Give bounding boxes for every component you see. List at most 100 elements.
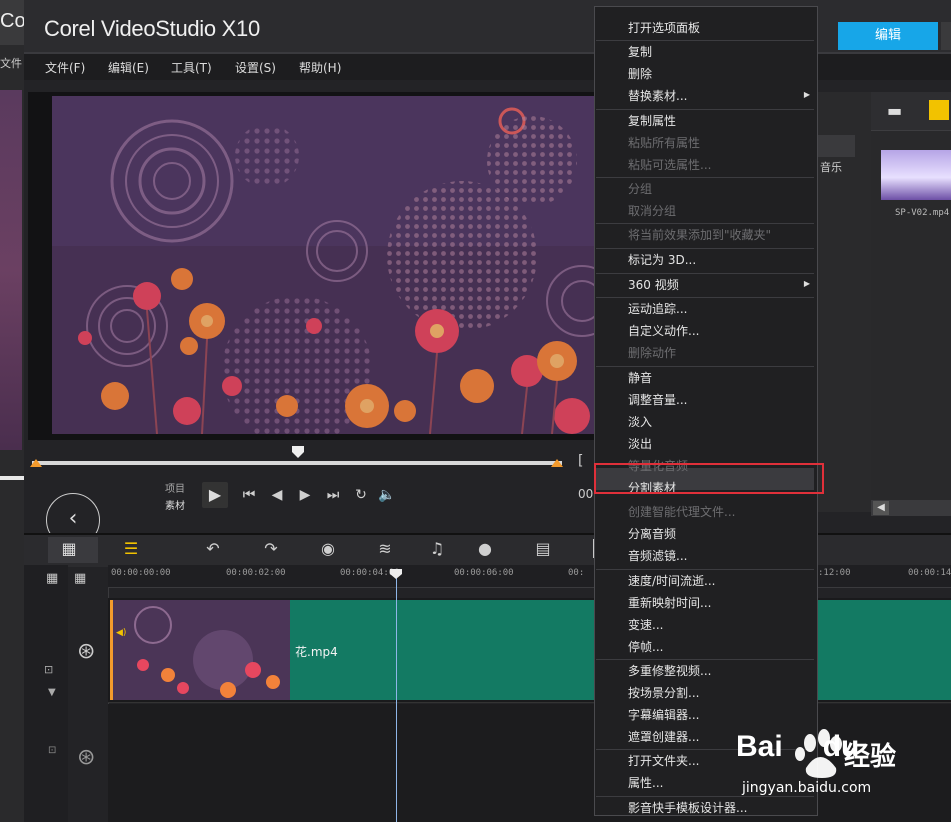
collapse-icon[interactable]: ▼: [48, 687, 56, 698]
timeline-left-tools: ▦ ▦ +/- ⊡ ▼ ⊡: [24, 565, 86, 822]
next-frame-icon[interactable]: ▶: [294, 484, 316, 506]
menu-separator: [596, 569, 814, 570]
storyboard-icon[interactable]: ▦: [56, 538, 82, 560]
mark-in-icon[interactable]: [: [578, 453, 583, 469]
menu-separator: [596, 109, 814, 110]
overlay-lock-icon[interactable]: ⊡: [48, 745, 56, 756]
menu-tools[interactable]: 工具(T): [171, 59, 212, 76]
media-filter-icon[interactable]: [929, 100, 949, 120]
scroll-left-icon[interactable]: ◀: [873, 501, 889, 515]
context-menu-item[interactable]: 遮罩创建器...: [628, 728, 699, 745]
context-menu-item[interactable]: 字幕编辑器...: [628, 706, 699, 723]
context-menu-items: 打开选项面板 复制 删除 替换素材... ▶ 复制属性 粘贴所有属性 粘贴可选属性... 分组取…: [594, 6, 816, 815]
highlight-box: [594, 463, 824, 494]
sound-mixer-icon[interactable]: ≋: [372, 538, 398, 560]
context-menu-item[interactable]: 变速...: [628, 616, 663, 633]
repeat-icon[interactable]: ↻: [350, 484, 372, 506]
timecode-display[interactable]: 00: [578, 487, 593, 501]
timeline-playhead-handle[interactable]: [389, 568, 403, 580]
menu-help[interactable]: 帮助(H): [299, 59, 341, 76]
context-menu-item[interactable]: 属性...: [628, 774, 663, 791]
context-menu-item[interactable]: 重新映射时间...: [628, 594, 711, 611]
previous-frame-icon[interactable]: ◀: [266, 484, 288, 506]
scrubber-handle[interactable]: [291, 445, 305, 459]
trim-end-marker[interactable]: [551, 459, 563, 467]
context-menu-item[interactable]: 停帧...: [628, 638, 663, 655]
motion-track-icon[interactable]: ●: [472, 538, 498, 560]
background-window-scrub: [0, 476, 24, 480]
library-thumbnail[interactable]: [881, 150, 951, 200]
context-menu-item: 粘贴可选属性...: [628, 158, 712, 172]
preview-window[interactable]: [52, 96, 594, 434]
context-menu-item[interactable]: 删除: [628, 65, 652, 82]
timeline-view-icon[interactable]: ☰: [118, 538, 144, 560]
redo-icon[interactable]: ↷: [258, 538, 284, 560]
context-menu-item[interactable]: 音频滤镜...: [628, 547, 687, 564]
ruler-tick: 00:00:06:00: [454, 568, 514, 578]
context-menu-item: 取消分组: [628, 204, 677, 218]
library-category-music[interactable]: 音乐: [820, 159, 842, 175]
ruler-tick: 00:: [568, 568, 585, 578]
folder-icon[interactable]: ▬: [887, 101, 902, 120]
context-menu-item[interactable]: 分离音频: [628, 525, 676, 542]
context-menu-item[interactable]: 360 视频: [628, 276, 679, 293]
menu-file[interactable]: 文件(F): [45, 59, 85, 76]
background-window-menu: 文件: [0, 57, 22, 70]
menu-separator: [596, 659, 814, 660]
context-menu-item[interactable]: 淡出: [628, 435, 652, 452]
context-menu-item[interactable]: 运动追踪...: [628, 300, 687, 317]
home-icon[interactable]: ⏮: [238, 484, 260, 506]
menu-settings[interactable]: 设置(S): [235, 59, 276, 76]
context-menu-item: 将当前效果添加到"收藏夹": [628, 228, 772, 242]
library-category-selected[interactable]: [818, 135, 855, 157]
trim-start-marker[interactable]: [30, 459, 42, 467]
context-menu-item[interactable]: 淡入: [628, 413, 652, 430]
track-header-column: ⊛ ⊛: [68, 587, 109, 822]
library-toolbar: ▬: [871, 92, 951, 131]
app-title: Corel VideoStudio X10: [44, 16, 260, 41]
video-track-icon[interactable]: ⊛: [77, 639, 95, 664]
overlay-track-icon[interactable]: ⊛: [77, 745, 95, 770]
project-mode-label[interactable]: 项目: [165, 480, 185, 495]
undo-icon[interactable]: ↶: [200, 538, 226, 560]
context-menu-item[interactable]: 调整音量...: [628, 391, 687, 408]
tab-next[interactable]: [941, 22, 951, 50]
track-manager-icon[interactable]: ▦: [46, 571, 58, 586]
menu-separator: [596, 223, 814, 224]
menu-edit[interactable]: 编辑(E): [108, 59, 149, 76]
subtitle-editor-icon[interactable]: ▤: [530, 538, 556, 560]
menu-separator: [596, 177, 814, 178]
clip-thumbnail: ◀): [113, 600, 290, 700]
ruler-tick: 00:00:02:00: [226, 568, 286, 578]
menu-separator: [596, 297, 814, 298]
context-menu-item[interactable]: 复制属性: [628, 112, 676, 129]
timeline-playhead[interactable]: [396, 572, 397, 822]
clip-mode-label[interactable]: 素材: [165, 497, 185, 512]
clip-name: 花.mp4: [295, 645, 338, 659]
end-icon[interactable]: ⏭: [322, 484, 344, 506]
context-menu-item[interactable]: 标记为 3D...: [628, 251, 696, 268]
tab-edit[interactable]: 编辑: [838, 22, 938, 50]
context-menu-item[interactable]: 静音: [628, 369, 652, 386]
lock-icon[interactable]: ⊡: [44, 663, 53, 676]
volume-icon[interactable]: 🔈: [376, 484, 398, 506]
context-menu-item[interactable]: 复制: [628, 43, 652, 60]
scrub-bar[interactable]: [32, 461, 562, 465]
add-track-icon[interactable]: ▦: [74, 571, 86, 586]
play-icon[interactable]: ▶: [202, 482, 228, 508]
context-menu-item[interactable]: 替换素材...: [628, 87, 687, 104]
context-menu-item[interactable]: 按场景分割...: [628, 684, 699, 701]
context-menu-item[interactable]: 自定义动作...: [628, 322, 699, 339]
auto-music-icon[interactable]: ♫: [424, 538, 450, 560]
context-menu-item[interactable]: 速度/时间流逝...: [628, 572, 716, 589]
ruler-tick: 00:00:14:: [908, 568, 951, 578]
context-menu-item[interactable]: 打开选项面板: [628, 19, 700, 36]
submenu-arrow-icon: ▶: [803, 90, 810, 99]
context-menu-item[interactable]: 多重修整视频...: [628, 662, 711, 679]
context-menu-item: 删除动作: [628, 346, 677, 360]
record-capture-icon[interactable]: ◉: [315, 538, 341, 560]
watermark-cn: 经验: [844, 742, 897, 772]
watermark-brand: Bai du: [736, 730, 860, 763]
background-window-title: Co: [0, 10, 26, 32]
context-menu-item[interactable]: 打开文件夹...: [628, 752, 699, 769]
